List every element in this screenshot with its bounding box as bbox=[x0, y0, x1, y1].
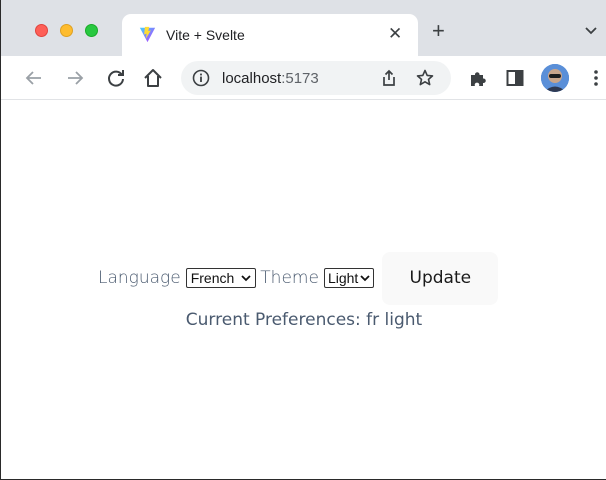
chevron-down-icon bbox=[241, 275, 251, 282]
update-button[interactable]: Update bbox=[382, 251, 499, 305]
browser-toolbar: localhost:5173 bbox=[1, 56, 606, 100]
page-content: Language French Theme Light Update Curre… bbox=[1, 101, 606, 479]
close-icon[interactable]: ✕ bbox=[388, 24, 402, 44]
language-label: Language bbox=[98, 268, 181, 288]
language-select[interactable]: French bbox=[185, 268, 257, 288]
url-port: :5173 bbox=[281, 70, 319, 87]
home-icon[interactable] bbox=[142, 67, 164, 89]
tab-title: Vite + Svelte bbox=[166, 27, 245, 43]
info-icon[interactable] bbox=[192, 69, 210, 87]
url-text: localhost:5173 bbox=[222, 70, 319, 87]
profile-photo-icon bbox=[541, 64, 569, 92]
url-host: localhost bbox=[222, 70, 282, 87]
puzzle-icon[interactable] bbox=[467, 67, 489, 89]
tab-strip: Vite + Svelte ✕ + bbox=[1, 0, 606, 56]
current-preferences-text: Current Preferences: fr light bbox=[185, 310, 423, 330]
kebab-menu-icon[interactable] bbox=[585, 67, 606, 89]
window-minimize-button[interactable] bbox=[60, 24, 73, 37]
star-icon[interactable] bbox=[415, 68, 435, 88]
chevron-down-icon bbox=[360, 275, 370, 282]
preferences-form: Language French Theme Light Update bbox=[98, 251, 499, 305]
share-icon[interactable] bbox=[379, 68, 399, 88]
window-close-button[interactable] bbox=[35, 24, 48, 37]
side-panel-icon[interactable] bbox=[504, 67, 526, 89]
theme-select[interactable]: Light bbox=[323, 268, 375, 288]
back-arrow-icon[interactable] bbox=[23, 67, 45, 89]
forward-arrow-icon[interactable] bbox=[64, 67, 86, 89]
language-select-value: French bbox=[190, 270, 235, 286]
reload-icon[interactable] bbox=[105, 67, 127, 89]
browser-window: Vite + Svelte ✕ + localhost:5173 Languag… bbox=[0, 0, 606, 480]
avatar[interactable] bbox=[541, 64, 569, 92]
chevron-down-icon[interactable] bbox=[584, 24, 598, 38]
window-maximize-button[interactable] bbox=[85, 24, 98, 37]
new-tab-button[interactable]: + bbox=[432, 20, 445, 42]
vite-icon bbox=[139, 26, 156, 43]
theme-label: Theme bbox=[260, 268, 319, 288]
address-bar[interactable]: localhost:5173 bbox=[181, 61, 451, 95]
theme-select-value: Light bbox=[327, 270, 359, 286]
tab-active[interactable]: Vite + Svelte ✕ bbox=[122, 14, 418, 56]
